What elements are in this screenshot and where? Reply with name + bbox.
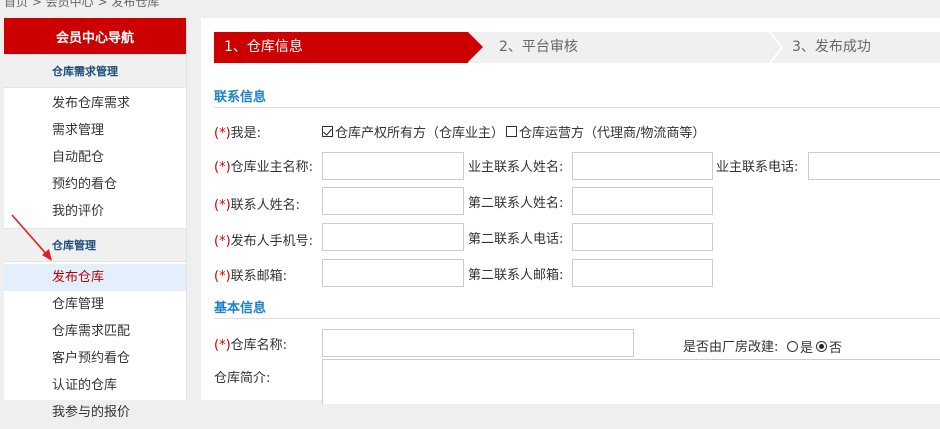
publish-warehouse-panel: 1、仓库信息 2、平台审核 3、发布成功 联系信息 (*)我是: 仓库产权所有方… [201,18,940,404]
publisher-mobile-label: (*)发布人手机号: [214,230,313,249]
annotation-arrow-icon [11,214,52,261]
owner-name-text: 仓库业主名称: [230,160,314,175]
contact-name-label: (*)联系人姓名: [214,194,300,213]
second-contact-email-label: 第二联系人邮箱: [468,268,564,283]
step-platform-review: 2、平台审核 [499,39,578,55]
step-publish-success: 3、发布成功 [792,39,871,55]
contact-name-input[interactable] [322,187,464,215]
i-am-label: (*)我是: [214,122,261,141]
required-mark: (*) [214,269,231,284]
email-label: (*)联系邮箱: [214,265,287,284]
required-mark: (*) [214,160,231,175]
owner-contact-name-label: 业主联系人姓名: [468,160,564,175]
step-warehouse-info: 1、仓库信息 [214,32,483,63]
second-contact-phone-input[interactable] [572,223,713,251]
factory-converted-yes-radio[interactable]: 是 [787,337,813,356]
top-bar: 首页 > 会员中心 > 发布仓库 [0,0,940,10]
required-mark: (*) [214,234,231,249]
sidebar-title: 会员中心导航 [4,18,186,54]
required-mark: (*) [214,338,231,353]
section-title-contact: 联系信息 [214,90,267,105]
owner-name-input[interactable] [322,152,464,180]
owner-contact-phone-label: 业主联系电话: [716,160,799,175]
i-am-text: 我是: [230,126,262,141]
owner-contact-phone-input[interactable] [808,152,940,180]
sidebar-item-certified-warehouses[interactable]: 认证的仓库 [4,372,186,399]
publisher-mobile-text: 发布人手机号: [230,234,314,249]
owner-name-label: (*)仓库业主名称: [214,156,313,175]
identity-operator-checkbox[interactable]: 仓库运营方（代理商/物流商等） [506,122,705,141]
warehouse-name-text: 仓库名称: [230,338,288,353]
progress-steps: 1、仓库信息 2、平台审核 3、发布成功 [214,32,940,63]
factory-no-label: 否 [829,341,843,356]
email-input[interactable] [322,259,464,287]
member-center-sidebar: 会员中心导航 仓库需求管理 发布仓库需求 需求管理 自动配仓 预约的看仓 我的评… [4,18,187,420]
sidebar-item-booked-viewings[interactable]: 预约的看仓 [4,171,186,198]
required-mark: (*) [214,198,231,213]
section-divider [214,318,940,319]
second-contact-name-input[interactable] [572,187,713,215]
factory-yes-label: 是 [800,341,814,356]
step-1-label: 1、仓库信息 [224,39,303,55]
email-text: 联系邮箱: [230,269,288,284]
second-contact-email-input[interactable] [572,259,713,287]
sidebar-group-demand-management: 仓库需求管理 [4,54,186,88]
warehouse-name-input[interactable] [322,329,634,357]
checkbox-empty-icon[interactable] [506,126,517,137]
sidebar-item-demand-matching[interactable]: 仓库需求匹配 [4,318,186,345]
sidebar-item-auto-match[interactable]: 自动配仓 [4,144,186,171]
section-divider [214,107,940,108]
identity-operator-label: 仓库运营方（代理商/物流商等） [519,126,706,141]
breadcrumb: 首页 > 会员中心 > 发布仓库 [4,0,160,9]
publisher-mobile-input[interactable] [322,223,464,251]
required-mark: (*) [214,126,231,141]
second-contact-phone-label: 第二联系人电话: [468,232,564,247]
step-active-tip [468,32,483,62]
contact-name-text: 联系人姓名: [230,198,301,213]
sidebar-item-demand-management[interactable]: 需求管理 [4,117,186,144]
sidebar-item-customer-viewings[interactable]: 客户预约看仓 [4,345,186,372]
identity-owner-checkbox[interactable]: 仓库产权所有方（仓库业主） [322,122,504,141]
sidebar-item-publish-warehouse[interactable]: 发布仓库 [4,264,186,291]
section-title-basic: 基本信息 [214,301,267,316]
second-contact-name-label: 第二联系人姓名: [468,196,564,211]
intro-textarea[interactable] [322,359,940,404]
warehouse-name-label: (*)仓库名称: [214,334,287,353]
intro-label: 仓库简介: [214,371,271,386]
identity-owner-label: 仓库产权所有方（仓库业主） [335,126,505,141]
chevron-right-icon [769,32,783,63]
sidebar-item-publish-demand[interactable]: 发布仓库需求 [4,90,186,117]
sidebar-item-my-quotes[interactable]: 我参与的报价 [4,399,186,426]
radio-selected-icon[interactable] [816,341,827,352]
owner-contact-name-input[interactable] [572,152,713,180]
factory-converted-label: 是否由厂房改建: [683,340,779,355]
sidebar-item-warehouse-management[interactable]: 仓库管理 [4,291,186,318]
checkbox-checked-icon[interactable] [322,126,333,137]
factory-converted-no-radio[interactable]: 否 [816,337,842,356]
radio-empty-icon[interactable] [787,341,798,352]
